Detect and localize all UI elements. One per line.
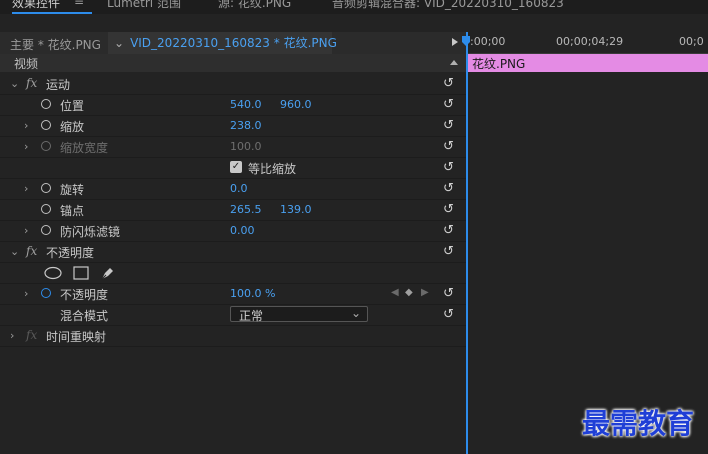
expand-chevron-icon[interactable]: › xyxy=(24,287,28,300)
keyframe-timeline[interactable] xyxy=(467,54,708,454)
property-row-anchor: 锚点 265.5 139.0 ↺ xyxy=(0,200,466,221)
position-y-value[interactable]: 960.0 xyxy=(280,98,312,111)
mask-tools-row xyxy=(0,263,466,284)
clip-name: 花纹.PNG xyxy=(472,57,526,71)
stopwatch-icon[interactable] xyxy=(41,225,51,235)
stopwatch-icon[interactable] xyxy=(41,288,51,298)
anchor-x-value[interactable]: 265.5 xyxy=(230,203,262,216)
fx-icon: fx xyxy=(26,328,38,342)
reset-icon[interactable]: ↺ xyxy=(443,223,454,238)
expand-chevron-icon[interactable]: ⌄ xyxy=(10,77,19,90)
anti-flicker-value[interactable]: 0.00 xyxy=(230,224,255,237)
checkbox-label: 等比缩放 xyxy=(248,162,297,176)
stopwatch-icon[interactable] xyxy=(41,99,51,109)
stopwatch-icon[interactable] xyxy=(41,204,51,214)
property-row-scale: › 缩放 238.0 ↺ xyxy=(0,116,466,137)
expand-chevron-icon[interactable]: › xyxy=(24,119,28,132)
property-row-blend-mode: 混合模式 正常 ⌄ ↺ xyxy=(0,305,466,326)
time-ruler[interactable]: :00;00 00;00;04;29 00;0 xyxy=(467,32,708,54)
property-label: 缩放宽度 xyxy=(60,141,109,155)
uniform-scale-checkbox[interactable]: ✓ xyxy=(230,161,242,173)
expand-chevron-icon[interactable]: › xyxy=(24,140,28,153)
property-label: 防闪烁滤镜 xyxy=(60,225,121,239)
tick-label: 00;0 xyxy=(679,35,704,48)
reset-icon[interactable]: ↺ xyxy=(443,286,454,301)
clip-selector-bar: 主要 * 花纹.PNG ⌄ VID_20220310_160823 * 花纹.PN… xyxy=(0,32,466,54)
property-row-scale-width: › 缩放宽度 100.0 ↺ xyxy=(0,137,466,158)
reset-icon[interactable]: ↺ xyxy=(443,97,454,112)
reset-icon[interactable]: ↺ xyxy=(443,244,454,259)
property-row-uniform-scale: ✓ 等比缩放 ↺ xyxy=(0,158,466,179)
panel-tab-bar: 效果控件 ≡ Lumetri 范围 源: 花纹.PNG 音频剪辑混合器: VID… xyxy=(0,0,708,14)
reset-icon[interactable]: ↺ xyxy=(443,76,454,91)
play-only-clip-audio-icon[interactable] xyxy=(452,38,458,46)
expand-chevron-icon[interactable]: › xyxy=(24,182,28,195)
collapse-up-icon[interactable] xyxy=(450,60,458,65)
reset-icon[interactable]: ↺ xyxy=(443,139,454,154)
blend-mode-value: 正常 xyxy=(239,309,264,323)
tab-effect-controls[interactable]: 效果控件 xyxy=(12,0,60,11)
expand-chevron-icon[interactable]: ⌄ xyxy=(10,245,19,258)
effect-title: 时间重映射 xyxy=(46,330,107,344)
stopwatch-icon xyxy=(41,141,51,151)
anchor-y-value[interactable]: 139.0 xyxy=(280,203,312,216)
tab-lumetri-scopes[interactable]: Lumetri 范围 xyxy=(107,0,181,11)
expand-chevron-icon[interactable]: › xyxy=(10,329,14,342)
panel-menu-icon[interactable]: ≡ xyxy=(74,0,84,8)
property-label: 混合模式 xyxy=(60,309,109,323)
position-x-value[interactable]: 540.0 xyxy=(230,98,262,111)
stopwatch-icon[interactable] xyxy=(41,183,51,193)
tab-source[interactable]: 源: 花纹.PNG xyxy=(218,0,291,11)
tick-label: 00;00;04;29 xyxy=(556,35,624,48)
chevron-down-icon: ⌄ xyxy=(114,36,125,50)
effect-opacity-row[interactable]: ⌄ fx 不透明度 ↺ xyxy=(0,242,466,263)
ellipse-mask-icon[interactable] xyxy=(44,266,62,280)
master-clip-label[interactable]: 主要 * 花纹.PNG xyxy=(10,36,101,53)
video-section-header: 视频 xyxy=(0,54,466,72)
property-label: 位置 xyxy=(60,99,85,113)
property-label: 锚点 xyxy=(60,204,85,218)
reset-icon[interactable]: ↺ xyxy=(443,202,454,217)
expand-chevron-icon[interactable]: › xyxy=(24,224,28,237)
section-title: 视频 xyxy=(14,57,39,71)
scale-value[interactable]: 238.0 xyxy=(230,119,262,132)
fx-icon[interactable]: fx xyxy=(26,76,37,90)
reset-icon[interactable]: ↺ xyxy=(443,181,454,196)
property-label: 不透明度 xyxy=(60,288,109,302)
effect-motion-row[interactable]: ⌄ fx 运动 ↺ xyxy=(0,74,466,95)
tab-audio-clip-mixer[interactable]: 音频剪辑混合器: VID_20220310_160823 xyxy=(332,0,564,11)
active-tab-indicator xyxy=(12,12,92,14)
effect-title: 不透明度 xyxy=(46,246,95,260)
blend-mode-select[interactable]: 正常 ⌄ xyxy=(230,306,368,323)
add-keyframe-icon[interactable]: ◆ xyxy=(405,287,413,298)
scale-width-value: 100.0 xyxy=(230,140,262,153)
effect-controls-panel: 视频 ⌄ fx 运动 ↺ 位置 540.0 960.0 ↺ › 缩放 238.0… xyxy=(0,54,466,454)
next-keyframe-icon[interactable]: ▶ xyxy=(421,287,429,298)
property-label: 缩放 xyxy=(60,120,85,134)
tick-label: :00;00 xyxy=(470,35,506,48)
fx-icon[interactable]: fx xyxy=(26,244,37,258)
sequence-clip-label: VID_20220310_160823 * 花纹.PNG xyxy=(130,36,337,50)
sequence-clip-dropdown[interactable]: ⌄ VID_20220310_160823 * 花纹.PNG xyxy=(108,32,337,54)
reset-icon[interactable]: ↺ xyxy=(443,307,454,322)
property-row-opacity: › 不透明度 100.0 % ◀ ◆ ▶ ↺ xyxy=(0,284,466,305)
playhead-line xyxy=(466,32,468,454)
property-row-position: 位置 540.0 960.0 ↺ xyxy=(0,95,466,116)
property-label: 旋转 xyxy=(60,183,85,197)
stopwatch-icon[interactable] xyxy=(41,120,51,130)
property-row-anti-flicker: › 防闪烁滤镜 0.00 ↺ xyxy=(0,221,466,242)
opacity-value[interactable]: 100.0 % xyxy=(230,287,275,300)
chevron-down-icon: ⌄ xyxy=(350,306,361,320)
reset-icon[interactable]: ↺ xyxy=(443,118,454,133)
rectangle-mask-icon[interactable] xyxy=(73,266,89,280)
effect-time-remap-row[interactable]: › fx 时间重映射 xyxy=(0,326,466,347)
reset-icon[interactable]: ↺ xyxy=(443,160,454,175)
pen-mask-icon[interactable] xyxy=(100,265,116,281)
timeline-clip-bar[interactable]: 花纹.PNG xyxy=(467,54,708,72)
previous-keyframe-icon[interactable]: ◀ xyxy=(391,287,399,298)
property-row-rotation: › 旋转 0.0 ↺ xyxy=(0,179,466,200)
rotation-value[interactable]: 0.0 xyxy=(230,182,248,195)
watermark: 最需教育 xyxy=(582,407,695,440)
effect-title: 运动 xyxy=(46,78,71,92)
